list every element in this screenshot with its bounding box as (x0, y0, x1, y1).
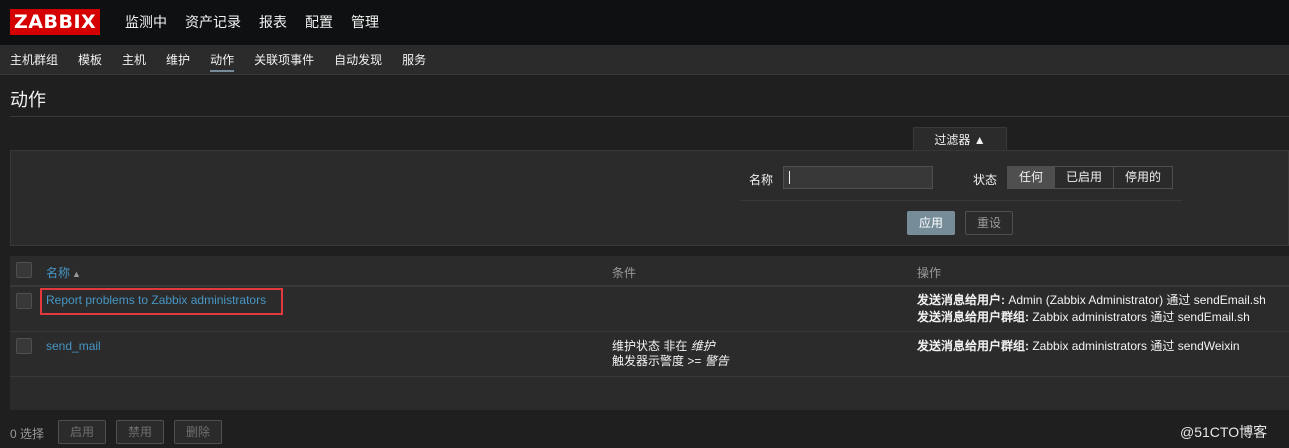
condition-value: 维护 (690, 339, 715, 353)
filter-status-label: 状态 (973, 173, 998, 187)
filter-name-label: 名称 (749, 173, 774, 187)
condition-text: 触发器示警度 >= (612, 354, 702, 368)
row-checkbox[interactable] (16, 338, 32, 354)
text-caret (789, 171, 790, 184)
submenu-templates[interactable]: 模板 (68, 45, 112, 75)
status-option-enabled[interactable]: 已启用 (1054, 166, 1114, 189)
operation-text: Admin (Zabbix Administrator) 通过 sendEmai… (1008, 293, 1266, 307)
column-header-conditions: 条件 (612, 266, 637, 280)
submenu-services[interactable]: 服务 (392, 45, 436, 75)
enable-button[interactable]: 启用 (58, 420, 106, 444)
status-option-disabled[interactable]: 停用的 (1113, 166, 1173, 189)
select-all-checkbox[interactable] (16, 262, 32, 278)
page-title: 动作 (10, 90, 46, 110)
apply-button[interactable]: 应用 (907, 211, 955, 235)
operation-line: 发送消息给用户群组: Zabbix administrators 通过 send… (917, 338, 1240, 355)
operation-line: 发送消息给用户: Admin (Zabbix Administrator) 通过… (917, 292, 1266, 309)
operation-text: Zabbix administrators 通过 sendEmail.sh (1032, 310, 1250, 324)
sort-ascending-icon: ▲ (72, 269, 81, 279)
filter-panel (10, 150, 1289, 246)
main-menu: 监测中 资产记录 报表 配置 管理 (116, 0, 388, 45)
row-checkbox[interactable] (16, 293, 32, 309)
selected-count: 0 选择 (10, 427, 45, 441)
row-divider (10, 331, 1289, 332)
filter-toggle-tab[interactable]: 过滤器 ▲ (913, 127, 1007, 151)
column-header-name[interactable]: 名称 ▲ (46, 264, 81, 281)
operation-line: 发送消息给用户群组: Zabbix administrators 通过 send… (917, 309, 1250, 326)
top-navigation-bar: ZABBIX 监测中 资产记录 报表 配置 管理 (0, 0, 1289, 45)
submenu-actions[interactable]: 动作 (200, 45, 244, 75)
operation-label: 发送消息给用户: (917, 293, 1005, 307)
menu-reports[interactable]: 报表 (250, 0, 296, 45)
column-header-name-label: 名称 (46, 266, 71, 280)
disable-button[interactable]: 禁用 (116, 420, 164, 444)
condition-text: 维护状态 非在 (612, 339, 688, 353)
submenu-correlation[interactable]: 关联项事件 (244, 45, 324, 75)
row-divider (10, 376, 1289, 377)
filter-name-input[interactable] (783, 166, 933, 189)
status-option-any[interactable]: 任何 (1007, 166, 1055, 189)
table-header-divider (10, 285, 1289, 287)
sub-menu: 主机群组 模板 主机 维护 动作 关联项事件 自动发现 服务 (0, 45, 436, 75)
title-divider (10, 116, 1289, 117)
submenu-hosts[interactable]: 主机 (112, 45, 156, 75)
highlight-annotation-box (40, 288, 283, 315)
delete-button[interactable]: 删除 (174, 420, 222, 444)
operation-label: 发送消息给用户群组: (917, 339, 1029, 353)
submenu-maintenance[interactable]: 维护 (156, 45, 200, 75)
menu-configuration[interactable]: 配置 (296, 0, 342, 45)
action-name-link[interactable]: send_mail (46, 338, 101, 355)
condition-value: 警告 (704, 354, 729, 368)
reset-button[interactable]: 重设 (965, 211, 1013, 235)
watermark-text: @51CTO博客 (1180, 424, 1268, 440)
submenu-host-groups[interactable]: 主机群组 (0, 45, 68, 75)
actions-table (10, 256, 1289, 410)
menu-administration[interactable]: 管理 (342, 0, 388, 45)
operation-label: 发送消息给用户群组: (917, 310, 1029, 324)
filter-divider (740, 200, 1182, 201)
sub-navigation-bar: 主机群组 模板 主机 维护 动作 关联项事件 自动发现 服务 (0, 45, 1289, 75)
menu-monitoring[interactable]: 监测中 (116, 0, 176, 45)
zabbix-logo[interactable]: ZABBIX (10, 9, 101, 35)
menu-inventory[interactable]: 资产记录 (176, 0, 250, 45)
operation-text: Zabbix administrators 通过 sendWeixin (1032, 339, 1240, 353)
condition-line: 触发器示警度 >= 警告 (612, 353, 729, 370)
column-header-operations: 操作 (917, 266, 942, 280)
submenu-discovery[interactable]: 自动发现 (324, 45, 392, 75)
